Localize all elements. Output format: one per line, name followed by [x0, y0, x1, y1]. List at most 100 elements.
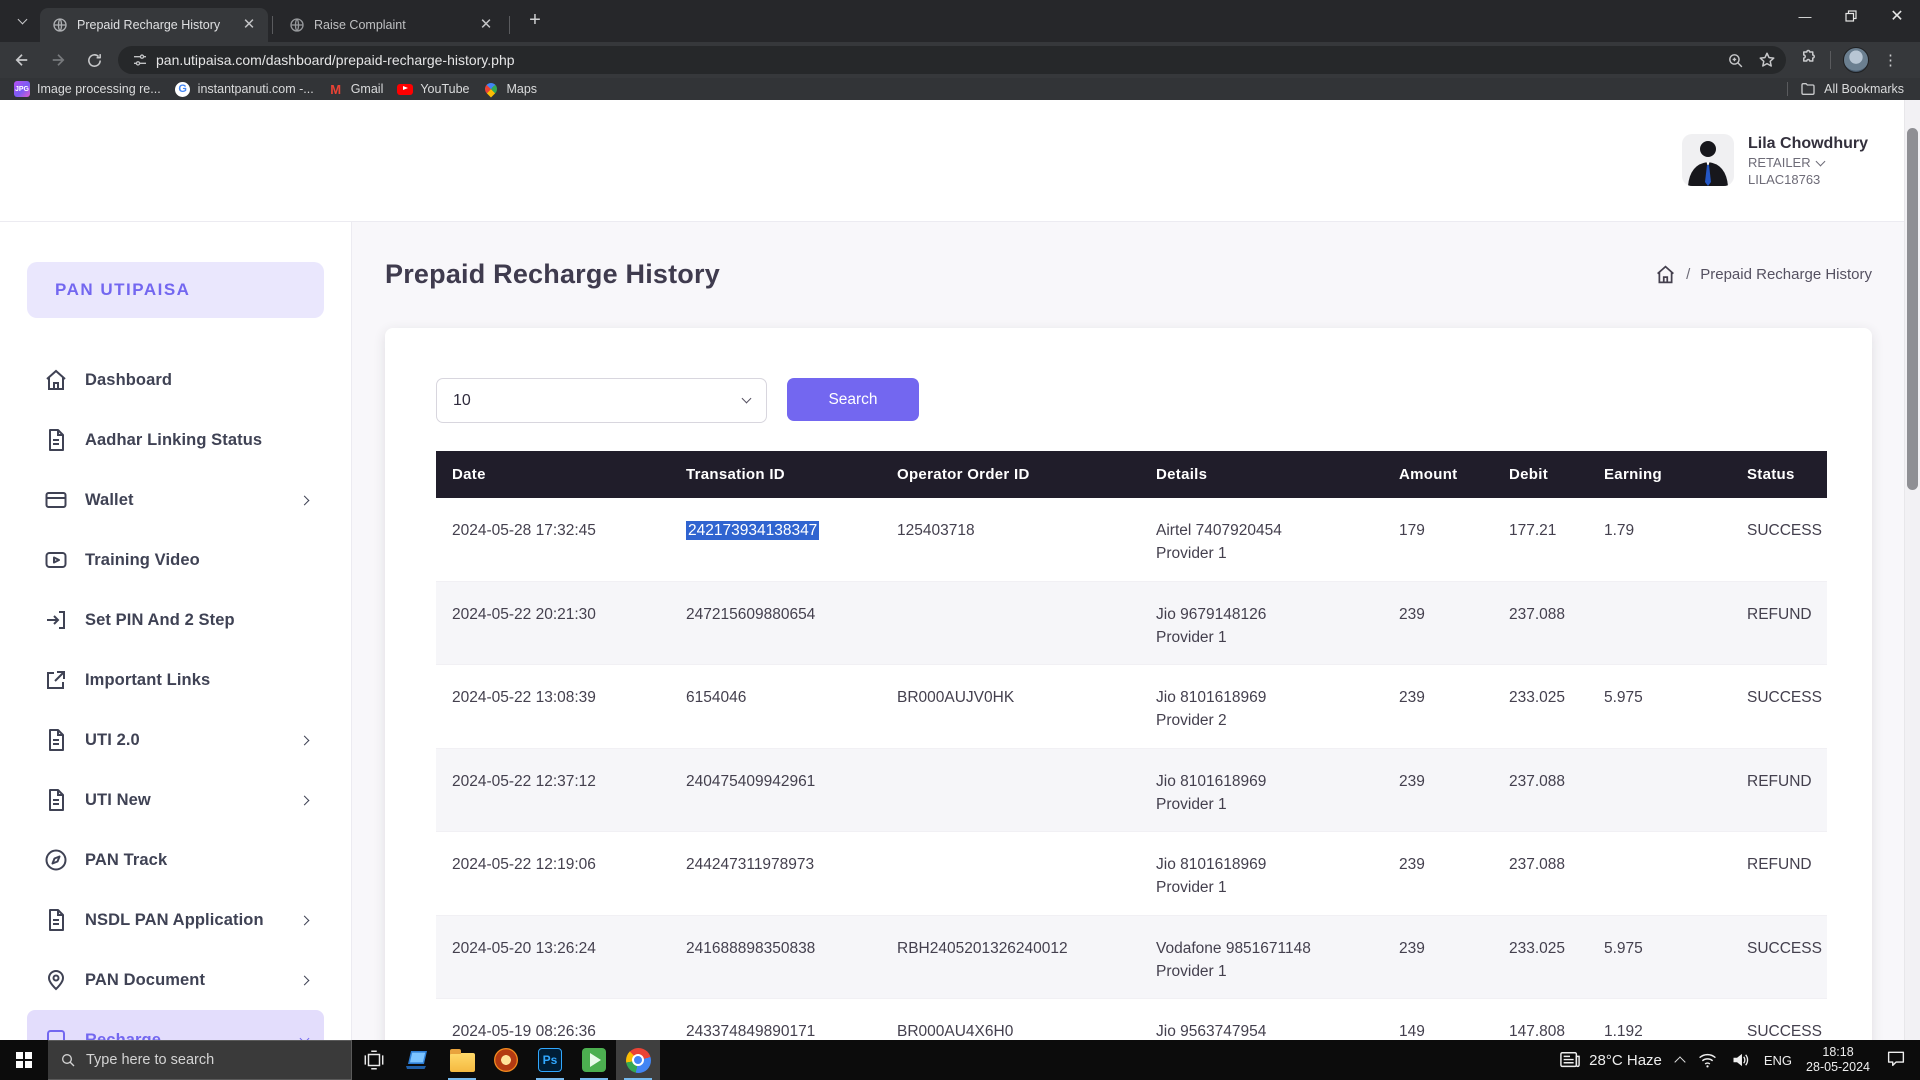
user-name: Lila Chowdhury — [1748, 134, 1868, 154]
chevron-right-icon — [300, 735, 310, 745]
bookmark-label: YouTube — [420, 82, 469, 96]
bookmark-star-button[interactable] — [1758, 51, 1776, 69]
start-button[interactable] — [0, 1040, 48, 1080]
brand-logo[interactable]: PAN UTIPAISA — [27, 262, 324, 318]
forward-icon — [49, 51, 67, 69]
column-header-debit: Debit — [1493, 466, 1588, 483]
cell-transaction-id-selected[interactable]: 242173934138347 — [686, 521, 819, 540]
sidebar-item-label: Aadhar Linking Status — [85, 431, 308, 450]
user-menu[interactable]: Lila Chowdhury RETAILER LILAC18763 — [1682, 134, 1868, 188]
sidebar-item-aadhar-linking-status[interactable]: Aadhar Linking Status — [27, 410, 324, 470]
minimize-button[interactable]: — — [1782, 0, 1828, 32]
taskbar-app-emulator[interactable] — [484, 1040, 528, 1080]
sidebar-item-uti-20[interactable]: UTI 2.0 — [27, 710, 324, 770]
sidebar-item-wallet[interactable]: Wallet — [27, 470, 324, 530]
search-button[interactable]: Search — [787, 378, 919, 421]
back-icon — [13, 51, 31, 69]
hidden-icons-button[interactable] — [1676, 1054, 1684, 1066]
chevron-right-icon — [300, 975, 310, 985]
volume-button[interactable] — [1731, 1052, 1750, 1068]
cell-details-line2: Provider 1 — [1156, 793, 1377, 816]
video-icon — [43, 547, 69, 573]
sidebar: PAN UTIPAISA Dashboard Aadhar Linking St… — [0, 100, 352, 1040]
cell-details-line1: Airtel 7407920454 — [1156, 519, 1377, 542]
cell-debit: 233.025 — [1493, 916, 1588, 999]
sidebar-item-nsdl-pan-application[interactable]: NSDL PAN Application — [27, 890, 324, 950]
sidebar-item-label: Wallet — [85, 491, 301, 510]
sidebar-item-training-video[interactable]: Training Video — [27, 530, 324, 590]
taskbar-search[interactable]: Type here to search — [48, 1040, 352, 1080]
bookmark-item[interactable]: M Gmail — [328, 81, 384, 97]
sidebar-item-recharge[interactable]: Recharge — [27, 1010, 324, 1040]
taskbar-app-photoshop[interactable]: Ps — [528, 1040, 572, 1080]
home-icon[interactable] — [1655, 264, 1676, 285]
table-row: 2024-05-22 12:37:12 240475409942961 Jio … — [436, 749, 1827, 833]
bookmark-item[interactable]: Maps — [483, 81, 537, 97]
column-header-details: Details — [1140, 466, 1383, 483]
sidebar-item-label: PAN Track — [85, 851, 308, 870]
table-header: Date Transation ID Operator Order ID Det… — [436, 451, 1827, 498]
all-bookmarks-button[interactable]: All Bookmarks — [1787, 81, 1904, 97]
sidebar-item-pan-document[interactable]: PAN Document — [27, 950, 324, 1010]
site-settings-icon[interactable] — [132, 52, 148, 68]
browser-profile-avatar[interactable] — [1843, 47, 1869, 73]
extensions-button[interactable] — [1800, 49, 1818, 72]
close-button[interactable]: ✕ — [1874, 0, 1920, 32]
taskbar-app-chrome[interactable] — [616, 1040, 660, 1080]
forward-button[interactable] — [44, 46, 72, 74]
webpage: Lila Chowdhury RETAILER LILAC18763 PAN U… — [0, 100, 1920, 1040]
restore-button[interactable] — [1828, 0, 1874, 32]
bookmarks-bar: JPG Image processing re... G instantpanu… — [0, 78, 1920, 100]
bookmark-item[interactable]: YouTube — [397, 81, 469, 97]
tab-raise-complaint[interactable]: Raise Complaint ✕ — [277, 8, 505, 42]
sidebar-item-pan-track[interactable]: PAN Track — [27, 830, 324, 890]
tab-prepaid-recharge-history[interactable]: Prepaid Recharge History ✕ — [40, 8, 268, 42]
taskbar-app-media-player[interactable] — [572, 1040, 616, 1080]
wifi-button[interactable] — [1698, 1052, 1717, 1068]
zoom-button[interactable] — [1727, 52, 1744, 69]
reload-button[interactable] — [80, 46, 108, 74]
taskbar-app-file-explorer[interactable] — [440, 1040, 484, 1080]
chevron-down-icon — [742, 394, 752, 404]
scrollbar-thumb[interactable] — [1907, 128, 1918, 490]
taskbar-clock[interactable]: 18:18 28-05-2024 — [1806, 1045, 1870, 1075]
tab-close-icon[interactable]: ✕ — [477, 16, 495, 34]
bookmark-item[interactable]: G instantpanuti.com -... — [175, 81, 314, 97]
sidebar-item-label: PAN Document — [85, 971, 301, 990]
back-button[interactable] — [8, 46, 36, 74]
all-bookmarks-label: All Bookmarks — [1824, 82, 1904, 96]
sidebar-item-dashboard[interactable]: Dashboard — [27, 350, 324, 410]
puzzle-icon — [1800, 49, 1818, 67]
sidebar-item-set-pin[interactable]: Set PIN And 2 Step — [27, 590, 324, 650]
url-text[interactable]: pan.utipaisa.com/dashboard/prepaid-recha… — [156, 52, 1713, 68]
page-scrollbar[interactable] — [1904, 100, 1920, 1040]
sidebar-item-uti-new[interactable]: UTI New — [27, 770, 324, 830]
chevron-right-icon — [300, 915, 310, 925]
task-view-button[interactable] — [352, 1040, 396, 1080]
restore-icon — [1845, 10, 1857, 22]
cell-date: 2024-05-22 20:21:30 — [436, 582, 670, 665]
tab-search-icon[interactable] — [8, 7, 36, 35]
cell-status: SUCCESS — [1731, 665, 1828, 748]
star-icon — [1758, 51, 1776, 69]
language-indicator[interactable]: ENG — [1764, 1053, 1792, 1068]
maps-icon — [483, 81, 499, 97]
sidebar-item-label: Training Video — [85, 551, 308, 570]
cell-date: 2024-05-20 13:26:24 — [436, 916, 670, 999]
compass-icon — [43, 847, 69, 873]
taskbar-app-laptop[interactable] — [396, 1040, 440, 1080]
bookmark-item[interactable]: JPG Image processing re... — [14, 81, 161, 97]
user-avatar — [1682, 134, 1734, 186]
cell-details-line2: Provider 2 — [1156, 709, 1377, 732]
sidebar-item-important-links[interactable]: Important Links — [27, 650, 324, 710]
new-tab-button[interactable]: + — [522, 8, 548, 34]
map-pin-icon — [43, 967, 69, 993]
page-size-select[interactable]: 10 — [436, 378, 767, 423]
news-weather-button[interactable]: 28°C Haze — [1559, 1050, 1662, 1070]
tab-close-icon[interactable]: ✕ — [240, 16, 258, 34]
cell-status: REFUND — [1731, 749, 1827, 832]
browser-menu-button[interactable]: ⋮ — [1883, 58, 1898, 63]
home-icon — [43, 367, 69, 393]
url-bar[interactable]: pan.utipaisa.com/dashboard/prepaid-recha… — [118, 46, 1786, 74]
notification-center-button[interactable] — [1886, 1049, 1906, 1072]
